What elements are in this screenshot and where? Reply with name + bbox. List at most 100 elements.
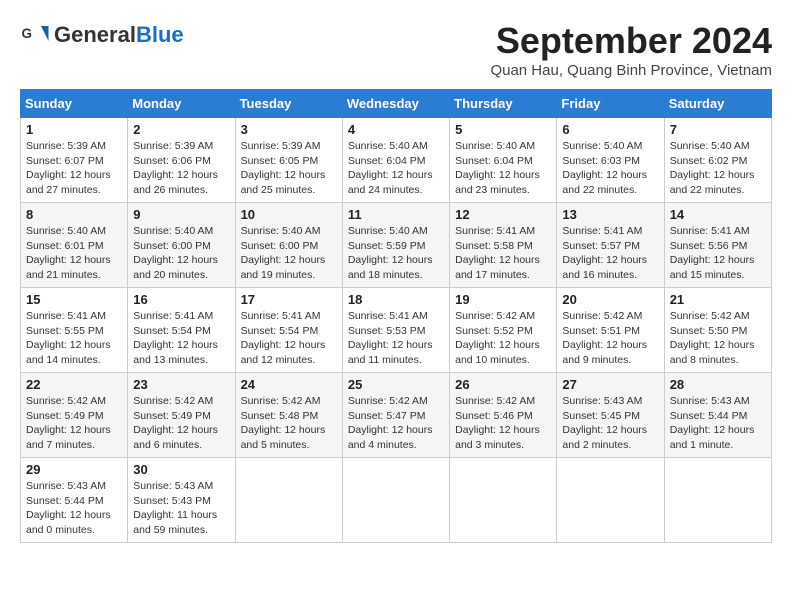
col-sunday: Sunday [21, 90, 128, 118]
table-row: 17Sunrise: 5:41 AM Sunset: 5:54 PM Dayli… [235, 288, 342, 373]
table-row: 3 Sunrise: 5:39 AM Sunset: 6:05 PM Daylig… [235, 118, 342, 203]
table-row: 15Sunrise: 5:41 AM Sunset: 5:55 PM Dayli… [21, 288, 128, 373]
day-info: Sunrise: 5:40 AM Sunset: 6:04 PM Dayligh… [348, 139, 444, 198]
day-info: Sunrise: 5:40 AM Sunset: 6:02 PM Dayligh… [670, 139, 766, 198]
logo-icon: G [20, 20, 50, 50]
col-saturday: Saturday [664, 90, 771, 118]
table-row: 25 Sunrise: 5:42 AM Sunset: 5:47 PM Dayli… [342, 373, 449, 458]
table-row [235, 458, 342, 543]
day-number: 9 [133, 207, 229, 222]
day-info: Sunrise: 5:43 AM Sunset: 5:44 PM Dayligh… [26, 479, 122, 538]
day-info: Sunrise: 5:42 AM Sunset: 5:48 PM Dayligh… [241, 394, 337, 453]
logo-general-text: General [54, 22, 136, 47]
day-number: 23 [133, 377, 229, 392]
calendar-table: Sunday Monday Tuesday Wednesday Thursday… [20, 89, 772, 543]
day-number: 26 [455, 377, 551, 392]
table-row: 23 Sunrise: 5:42 AM Sunset: 5:49 PM Dayli… [128, 373, 235, 458]
day-number: 20 [562, 292, 658, 307]
table-row: 27Sunrise: 5:43 AM Sunset: 5:45 PM Dayli… [557, 373, 664, 458]
day-info: Sunrise: 5:42 AM Sunset: 5:47 PM Dayligh… [348, 394, 444, 453]
table-row: 22 Sunrise: 5:42 AM Sunset: 5:49 PM Dayli… [21, 373, 128, 458]
day-info: Sunrise: 5:41 AM Sunset: 5:58 PM Dayligh… [455, 224, 551, 283]
table-row: 20 Sunrise: 5:42 AM Sunset: 5:51 PM Dayli… [557, 288, 664, 373]
table-row [450, 458, 557, 543]
day-number: 29 [26, 462, 122, 477]
day-info: Sunrise: 5:42 AM Sunset: 5:49 PM Dayligh… [26, 394, 122, 453]
day-info: Sunrise: 5:41 AM Sunset: 5:57 PM Dayligh… [562, 224, 658, 283]
day-number: 21 [670, 292, 766, 307]
day-info: Sunrise: 5:41 AM Sunset: 5:53 PM Dayligh… [348, 309, 444, 368]
col-thursday: Thursday [450, 90, 557, 118]
day-info: Sunrise: 5:40 AM Sunset: 6:04 PM Dayligh… [455, 139, 551, 198]
table-row: 4Sunrise: 5:40 AM Sunset: 6:04 PM Daylig… [342, 118, 449, 203]
location: Quan Hau, Quang Binh Province, Vietnam [490, 62, 772, 79]
col-tuesday: Tuesday [235, 90, 342, 118]
day-info: Sunrise: 5:40 AM Sunset: 6:01 PM Dayligh… [26, 224, 122, 283]
table-row: 19 Sunrise: 5:42 AM Sunset: 5:52 PM Dayli… [450, 288, 557, 373]
day-info: Sunrise: 5:39 AM Sunset: 6:05 PM Dayligh… [241, 139, 337, 198]
page-header: G GeneralBlue September 2024 Quan Hau, Q… [20, 20, 772, 79]
day-info: Sunrise: 5:42 AM Sunset: 5:51 PM Dayligh… [562, 309, 658, 368]
table-row: 8 Sunrise: 5:40 AM Sunset: 6:01 PM Daylig… [21, 203, 128, 288]
table-row: 9Sunrise: 5:40 AM Sunset: 6:00 PM Daylig… [128, 203, 235, 288]
day-number: 13 [562, 207, 658, 222]
calendar-week-row: 22 Sunrise: 5:42 AM Sunset: 5:49 PM Dayli… [21, 373, 772, 458]
day-info: Sunrise: 5:39 AM Sunset: 6:06 PM Dayligh… [133, 139, 229, 198]
day-number: 14 [670, 207, 766, 222]
table-row [664, 458, 771, 543]
day-number: 5 [455, 122, 551, 137]
day-number: 7 [670, 122, 766, 137]
day-number: 2 [133, 122, 229, 137]
col-friday: Friday [557, 90, 664, 118]
day-info: Sunrise: 5:40 AM Sunset: 6:03 PM Dayligh… [562, 139, 658, 198]
table-row: 30 Sunrise: 5:43 AM Sunset: 5:43 PM Dayli… [128, 458, 235, 543]
table-row: 26 Sunrise: 5:42 AM Sunset: 5:46 PM Dayli… [450, 373, 557, 458]
table-row: 10Sunrise: 5:40 AM Sunset: 6:00 PM Dayli… [235, 203, 342, 288]
day-info: Sunrise: 5:43 AM Sunset: 5:43 PM Dayligh… [133, 479, 229, 538]
day-number: 30 [133, 462, 229, 477]
day-number: 3 [241, 122, 337, 137]
table-row: 7 Sunrise: 5:40 AM Sunset: 6:02 PM Daylig… [664, 118, 771, 203]
table-row: 14 Sunrise: 5:41 AM Sunset: 5:56 PM Dayli… [664, 203, 771, 288]
table-row: 12 Sunrise: 5:41 AM Sunset: 5:58 PM Dayli… [450, 203, 557, 288]
calendar-week-row: 15Sunrise: 5:41 AM Sunset: 5:55 PM Dayli… [21, 288, 772, 373]
calendar-week-row: 1 Sunrise: 5:39 AM Sunset: 6:07 PM Daylig… [21, 118, 772, 203]
day-number: 19 [455, 292, 551, 307]
day-number: 18 [348, 292, 444, 307]
col-monday: Monday [128, 90, 235, 118]
table-row: 16Sunrise: 5:41 AM Sunset: 5:54 PM Dayli… [128, 288, 235, 373]
day-number: 11 [348, 207, 444, 222]
title-block: September 2024 Quan Hau, Quang Binh Prov… [490, 20, 772, 79]
calendar-week-row: 29 Sunrise: 5:43 AM Sunset: 5:44 PM Dayli… [21, 458, 772, 543]
day-info: Sunrise: 5:40 AM Sunset: 5:59 PM Dayligh… [348, 224, 444, 283]
day-number: 27 [562, 377, 658, 392]
day-info: Sunrise: 5:40 AM Sunset: 6:00 PM Dayligh… [241, 224, 337, 283]
table-row: 21Sunrise: 5:42 AM Sunset: 5:50 PM Dayli… [664, 288, 771, 373]
month-year: September 2024 [490, 20, 772, 62]
day-number: 1 [26, 122, 122, 137]
day-number: 28 [670, 377, 766, 392]
day-number: 12 [455, 207, 551, 222]
day-info: Sunrise: 5:42 AM Sunset: 5:46 PM Dayligh… [455, 394, 551, 453]
logo: G GeneralBlue [20, 20, 184, 50]
table-row: 1 Sunrise: 5:39 AM Sunset: 6:07 PM Daylig… [21, 118, 128, 203]
day-info: Sunrise: 5:41 AM Sunset: 5:56 PM Dayligh… [670, 224, 766, 283]
day-info: Sunrise: 5:42 AM Sunset: 5:52 PM Dayligh… [455, 309, 551, 368]
table-row: 2 Sunrise: 5:39 AM Sunset: 6:06 PM Daylig… [128, 118, 235, 203]
day-info: Sunrise: 5:43 AM Sunset: 5:44 PM Dayligh… [670, 394, 766, 453]
table-row [342, 458, 449, 543]
day-info: Sunrise: 5:42 AM Sunset: 5:49 PM Dayligh… [133, 394, 229, 453]
table-row [557, 458, 664, 543]
calendar-header-row: Sunday Monday Tuesday Wednesday Thursday… [21, 90, 772, 118]
table-row: 11 Sunrise: 5:40 AM Sunset: 5:59 PM Dayli… [342, 203, 449, 288]
table-row: 5 Sunrise: 5:40 AM Sunset: 6:04 PM Daylig… [450, 118, 557, 203]
day-number: 25 [348, 377, 444, 392]
day-number: 15 [26, 292, 122, 307]
calendar-week-row: 8 Sunrise: 5:40 AM Sunset: 6:01 PM Daylig… [21, 203, 772, 288]
table-row: 13 Sunrise: 5:41 AM Sunset: 5:57 PM Dayli… [557, 203, 664, 288]
table-row: 18 Sunrise: 5:41 AM Sunset: 5:53 PM Dayli… [342, 288, 449, 373]
day-number: 8 [26, 207, 122, 222]
day-info: Sunrise: 5:39 AM Sunset: 6:07 PM Dayligh… [26, 139, 122, 198]
day-number: 22 [26, 377, 122, 392]
table-row: 29 Sunrise: 5:43 AM Sunset: 5:44 PM Dayli… [21, 458, 128, 543]
